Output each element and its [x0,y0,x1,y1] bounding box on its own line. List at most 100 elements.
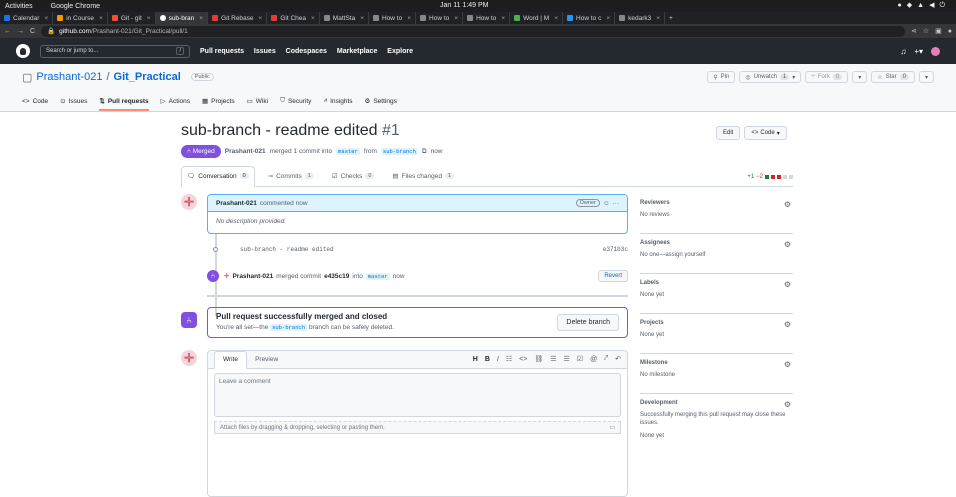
commit-sha-link[interactable]: e371b3c [603,246,628,253]
task-list-icon[interactable]: ☑ [577,355,583,363]
gear-icon[interactable]: ⚙ [784,360,791,369]
merge-target-branch[interactable]: master [365,272,390,280]
comment-author-link[interactable]: Prashant-021 [216,200,257,207]
link-icon[interactable]: ⛓ [534,355,543,363]
star-button[interactable]: ☆ Star 0 [871,71,915,83]
tab-files-changed[interactable]: ▤ Files changed 1 [387,172,459,186]
close-tab-icon[interactable]: × [656,15,660,22]
browser-tab[interactable]: Git - git × [108,12,156,24]
mention-icon[interactable]: @ [590,356,597,363]
back-icon[interactable]: ← [4,28,11,35]
merge-author-link[interactable]: Prashant-021 [232,273,273,280]
clock[interactable]: Jan 11 1:49 PM [440,2,489,9]
emoji-reaction-icon[interactable]: ☺ [603,200,610,207]
browser-tab[interactable]: in Course × [53,12,108,24]
close-tab-icon[interactable]: × [259,15,263,22]
repo-name-link[interactable]: Git_Practical [114,71,181,83]
tab-commits[interactable]: ⊸ Commits 1 [263,172,319,186]
bold-icon[interactable]: B [485,356,490,363]
close-tab-icon[interactable]: × [360,15,364,22]
search-input[interactable]: Search or jump to... / [40,44,190,58]
close-tab-icon[interactable]: × [407,15,411,22]
close-tab-icon[interactable]: × [606,15,610,22]
tab-pull-requests[interactable]: ⇅ Pull requests [99,97,149,111]
reply-icon[interactable]: ↶ [615,355,621,363]
avatar[interactable]: ✛ [181,350,197,366]
close-tab-icon[interactable]: × [311,15,315,22]
italic-icon[interactable]: I [497,356,499,363]
browser-tab[interactable]: How to × [416,12,464,24]
tab-projects[interactable]: ▦ Projects [202,97,235,111]
profile-icon[interactable]: ● [948,28,952,35]
browser-tab[interactable]: Git Rebase × [208,12,268,24]
fork-dropdown[interactable]: ▾ [852,71,868,83]
activities-button[interactable]: Activities [5,3,33,10]
merge-commit-link[interactable]: e435c19 [324,273,349,280]
tab-write[interactable]: Write [214,351,248,369]
nav-explore[interactable]: Explore [387,48,413,55]
tab-insights[interactable]: ⩘ Insights [323,97,352,111]
user-avatar[interactable] [931,46,940,56]
edit-button[interactable]: Edit [716,126,741,140]
avatar[interactable]: ✛ [181,194,197,210]
tab-code[interactable]: <> Code [22,98,48,111]
browser-tab[interactable]: Calendar × [0,12,54,24]
tab-settings[interactable]: ⚙ Settings [365,97,397,111]
comment-textarea[interactable]: Leave a comment [214,373,621,417]
tab-checks[interactable]: ☑ Checks 0 [327,172,380,186]
nav-pull-requests[interactable]: Pull requests [200,48,244,55]
star-dropdown[interactable]: ▾ [918,71,934,83]
code-icon[interactable]: <> [519,356,527,363]
gear-icon[interactable]: ⚙ [784,280,791,289]
bulleted-list-icon[interactable]: ☰ [550,355,556,363]
base-branch[interactable]: master [336,148,360,155]
attach-files-area[interactable]: Attach files by dragging & dropping, sel… [214,421,621,434]
tab-wiki[interactable]: ▭ Wiki [247,97,268,111]
close-tab-icon[interactable]: × [199,15,203,22]
fork-button[interactable]: ⑂ Fork 0 [805,71,849,83]
nav-codespaces[interactable]: Codespaces [286,48,327,55]
nav-issues[interactable]: Issues [254,48,276,55]
bookmark-star-icon[interactable]: ☆ [923,27,929,35]
close-tab-icon[interactable]: × [454,15,458,22]
gear-icon[interactable]: ⚙ [784,240,791,249]
delete-branch-button[interactable]: Delete branch [557,314,619,331]
close-tab-icon[interactable]: × [44,15,48,22]
gear-icon[interactable]: ⚙ [784,400,791,409]
tab-actions[interactable]: ▷ Actions [161,97,190,111]
close-tab-icon[interactable]: × [554,15,558,22]
avatar[interactable]: ✛ [224,272,229,280]
tab-security[interactable]: ⛉ Security [280,97,311,111]
forward-icon[interactable]: → [17,28,24,35]
browser-tab[interactable]: MattSta × [320,12,369,24]
pin-button[interactable]: ⚲ Pin [707,71,736,83]
author-link[interactable]: Prashant-021 [225,148,266,155]
revert-button[interactable]: Revert [598,270,628,282]
extensions-icon[interactable]: ▣ [935,27,942,35]
share-icon[interactable]: ⋖ [911,27,917,35]
tab-issues[interactable]: ⊙ Issues [60,97,87,111]
cross-reference-icon[interactable]: ⤤ [604,355,608,363]
github-logo-icon[interactable] [16,44,30,58]
url-field[interactable]: 🔒 github.com/Prashant-021/Git_Practical/… [41,25,905,37]
browser-tab[interactable]: How to × [369,12,417,24]
repo-owner-link[interactable]: Prashant-021 [36,71,102,83]
tab-conversation[interactable]: 🗨 Conversation 0 [181,166,255,187]
new-tab-button[interactable]: + [665,12,677,24]
unwatch-button[interactable]: ◎ Unwatch 1 ▾ [739,71,802,83]
bell-icon[interactable]: ♫ [900,47,906,56]
browser-tab[interactable]: Git Chea × [267,12,320,24]
code-dropdown-button[interactable]: <> Code ▾ [744,126,787,140]
more-options-icon[interactable]: ··· [613,200,620,207]
close-tab-icon[interactable]: × [501,15,505,22]
copy-icon[interactable]: ⧉ [422,148,427,156]
nav-marketplace[interactable]: Marketplace [337,48,377,55]
browser-tab[interactable]: How to × [463,12,511,24]
close-tab-icon[interactable]: × [147,15,151,22]
browser-tab-active[interactable]: sub-bran × [155,12,209,24]
gear-icon[interactable]: ⚙ [784,200,791,209]
reload-icon[interactable]: C [30,28,35,35]
close-tab-icon[interactable]: × [99,15,103,22]
plus-icon[interactable]: +▾ [914,47,923,56]
browser-tab[interactable]: Word | M × [510,12,564,24]
